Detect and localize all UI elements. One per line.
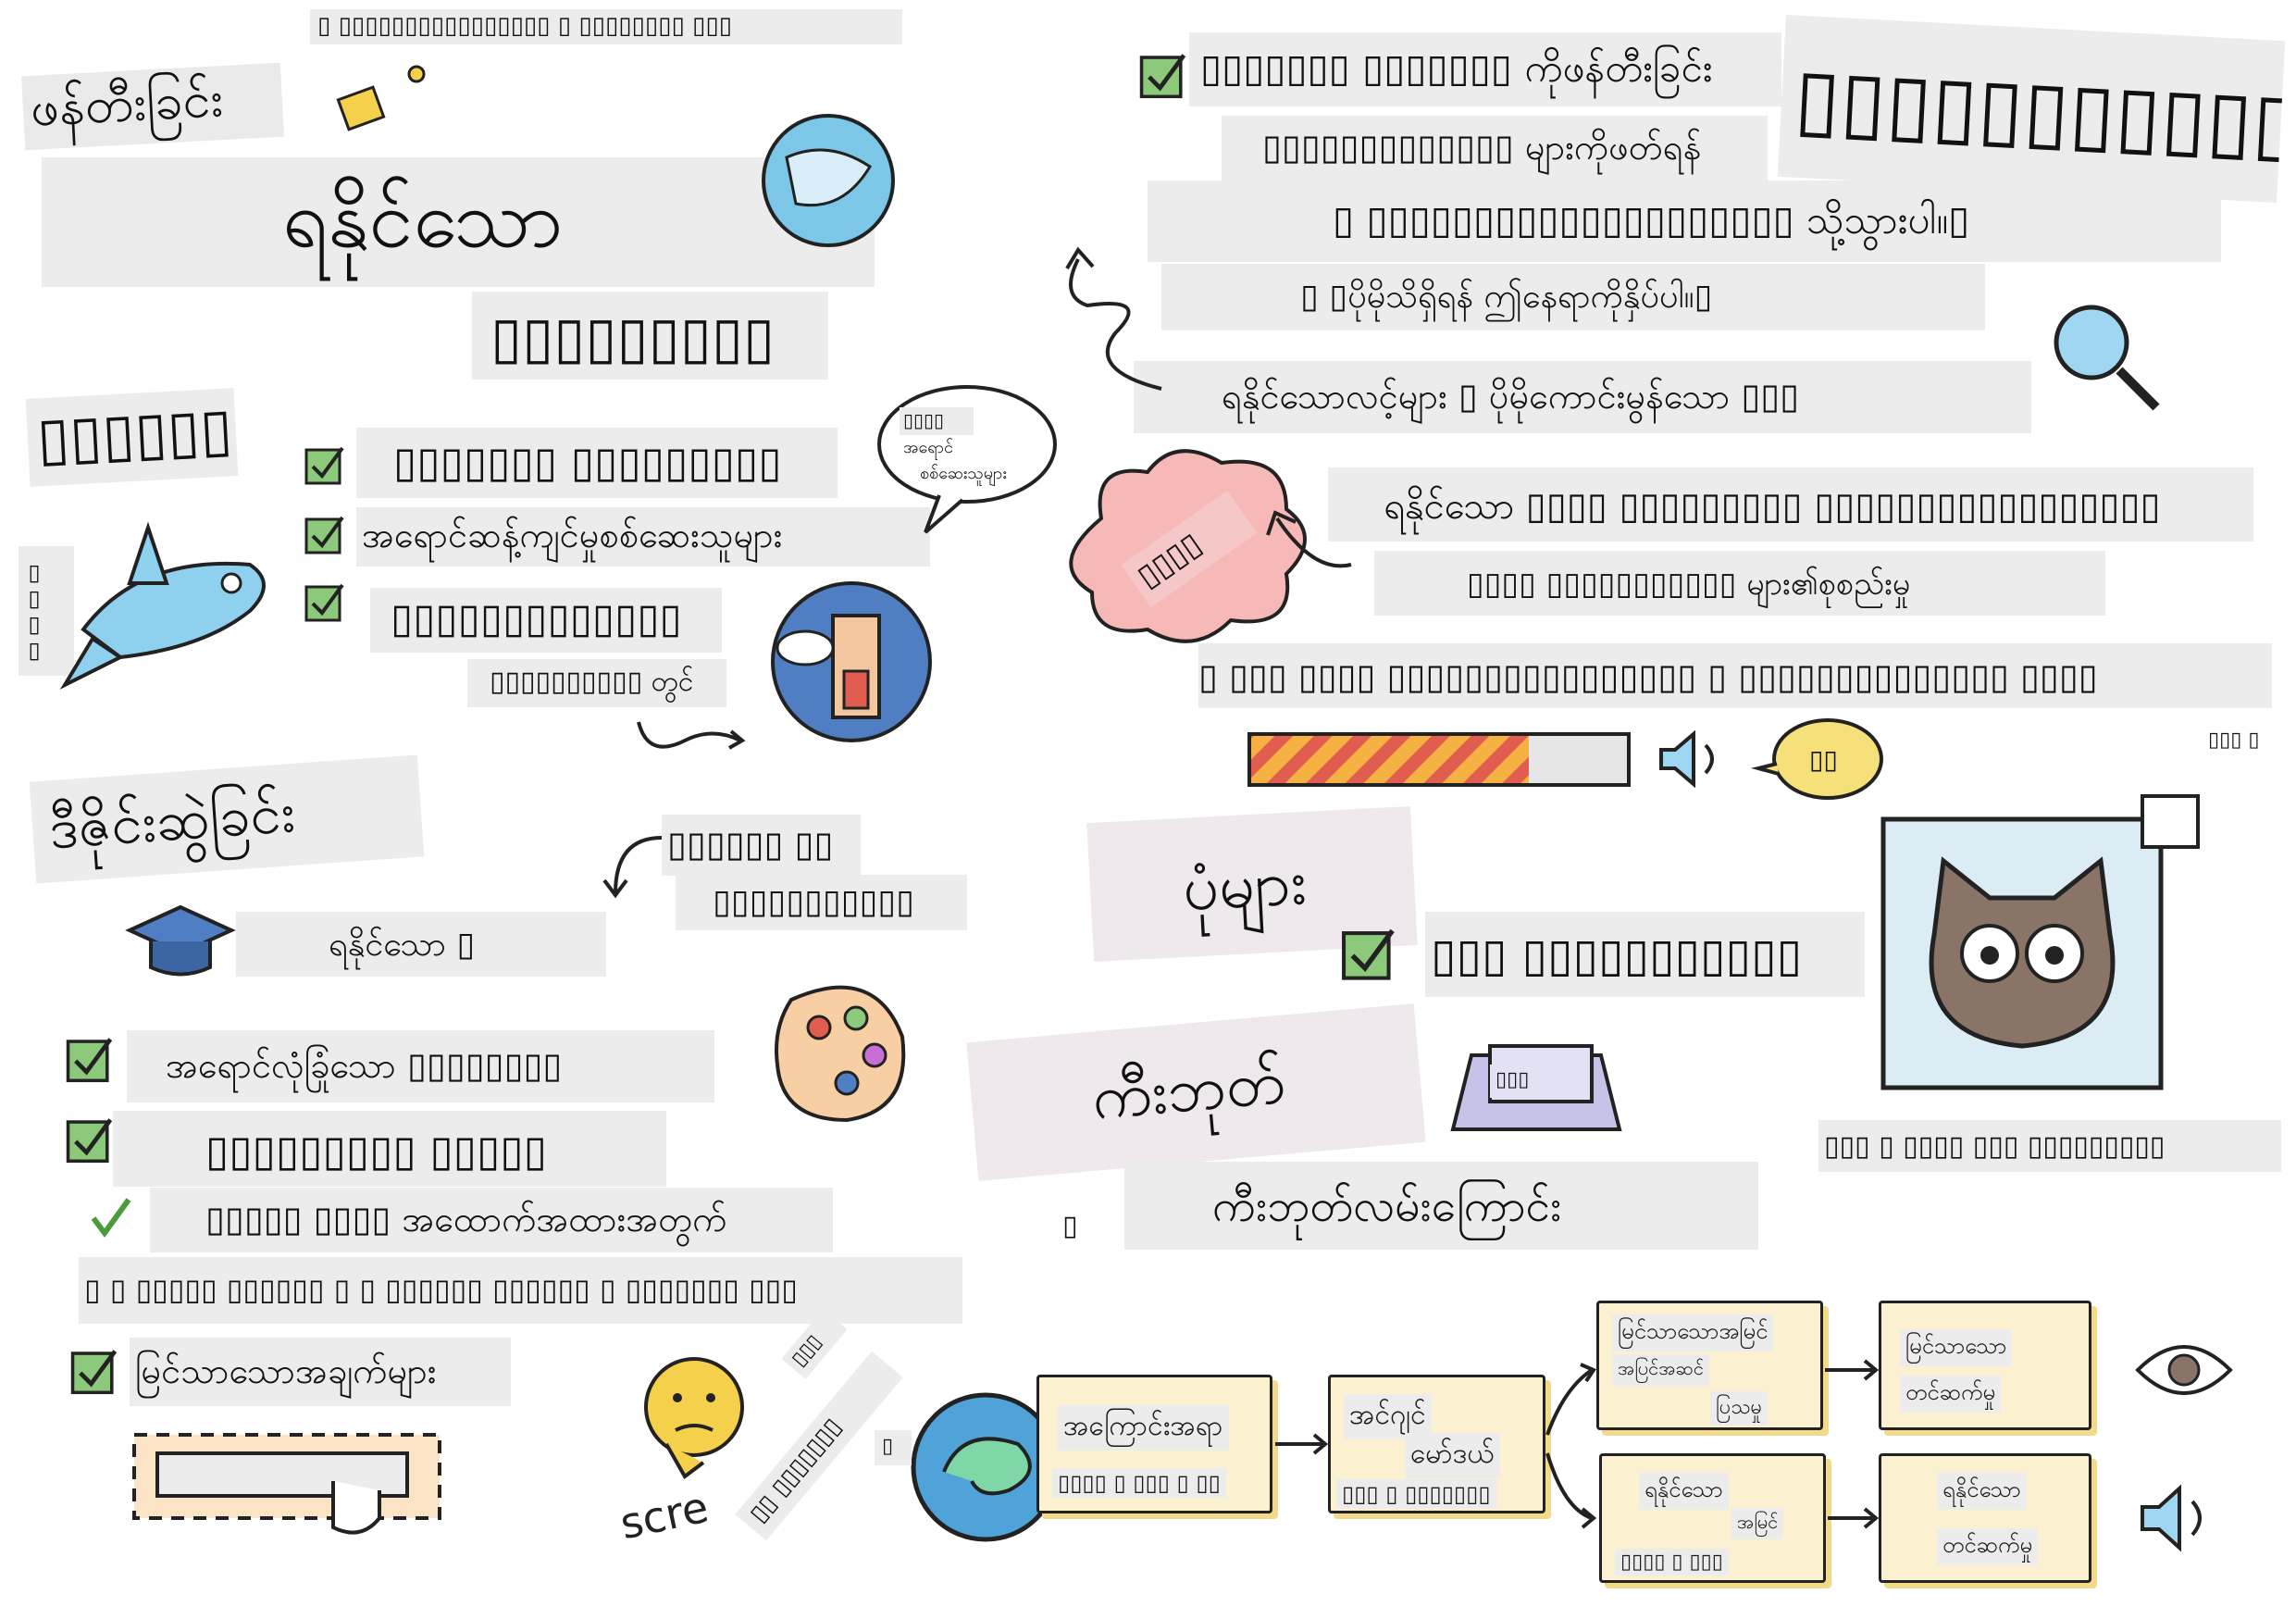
checkbox-icon (66, 1038, 113, 1083)
section-design-title: ဒီဇိုင်းဆွဲခြင်း (29, 754, 425, 884)
eye-icon (2135, 1345, 2233, 1395)
thinking-face-icon (644, 1357, 744, 1479)
heading-create: ဖန်တီးခြင်း (21, 62, 284, 151)
progress-bar (1247, 732, 1631, 787)
corner-small-label: ▯▯▯ ▯ (2203, 724, 2277, 757)
tools-item-1: ▯▯▯▯▯▯▯ ▯▯▯▯▯▯▯▯▯ (356, 428, 838, 498)
intro-link-learn-more[interactable]: ▯ ▯ပိုမိုသိရှိရန် ဤနေရာကိုနှိပ်ပါ။▯ (1161, 264, 1985, 330)
tools-item-contrast-checkers: အရောင်ဆန့်ကျင်မှုစစ်ဆေးသူများ (356, 507, 930, 567)
scribble-arrow-icon (1065, 246, 1162, 391)
magnifier-icon (2054, 305, 2160, 411)
bubble-line-2: အရောင် (903, 438, 954, 457)
keyboard-item-prefix: ▯ (1055, 1203, 1097, 1250)
images-caption: ▯▯▯ ▯ ▯▯▯▯ ▯▯▯ ▯▯▯▯▯▯▯▯▯ (1818, 1120, 2281, 1172)
raccoon-picture-icon (1880, 794, 2200, 1090)
design-cap-label: ရနိုင်သော ▯ (236, 912, 606, 977)
globe-icon (762, 114, 895, 247)
flow-node-content-sub: ▯▯▯▯ ▯ ▯▯▯ ▯ ▯▯ (1052, 1468, 1226, 1498)
design-item-visible-facts: မြင်သာသောအချက်များ (130, 1338, 511, 1406)
speech-bubble-label: ▯▯ (1800, 741, 1865, 779)
speaker-icon (1659, 729, 1714, 789)
shark-icon (59, 521, 266, 690)
text-field-icon (132, 1433, 441, 1535)
bubble-line-1: ▯▯▯▯ (900, 407, 974, 435)
design-item-2: ▯▯▯▯▯▯▯▯▯ ▯▯▯▯▯ (113, 1111, 666, 1187)
intro-line-2: ▯▯▯▯▯▯▯▯▯▯▯▯▯ များကိုဖတ်ရန် (1222, 116, 1768, 181)
big-title: ▯▯▯▯▯▯▯▯▯▯▯▯▯▯ (1777, 14, 2286, 204)
design-note-1: ▯▯▯▯▯▯ ▯▯ (662, 815, 861, 876)
flow-node-visual-render-title: မြင်သာသော (1900, 1329, 2013, 1366)
section-tools-title: ▯▯▯▯▯▯ (25, 388, 239, 487)
tools-sub-label: ▯▯▯▯▯▯▯▯▯▯ တွင် (467, 659, 726, 707)
images-item-alt-text: ▯▯▯ ▯▯▯▯▯▯▯▯▯▯▯ (1425, 912, 1865, 997)
design-item-3: ▯▯▯▯▯ ▯▯▯▯ အထောက်အထားအတွက် (150, 1188, 833, 1252)
cloud-line-2: ▯▯▯▯ ▯▯▯▯▯▯▯▯▯▯▯ များ၏စုစည်းမှု (1374, 551, 2105, 616)
design-note-2: ▯▯▯▯▯▯▯▯▯▯▯ (676, 875, 967, 930)
top-caption: ▯ ▯▯▯▯▯▯▯▯▯▯▯▯▯▯▯▯ ▯ ▯▯▯▯▯▯▯▯ ▯▯▯ (310, 9, 902, 44)
intro-line-5: ရနိုင်သောလင့်များ ▯ ပိုမိုကောင်းမွန်သော … (1134, 361, 2031, 433)
intro-line-1: ▯▯▯▯▯▯▯ ▯▯▯▯▯▯▯ ကိုဖန်တီးခြင်း (1189, 32, 1781, 106)
checkbox-icon (304, 583, 344, 622)
keyboard-item-navigation: ကီးဘုတ်လမ်းကြောင်း (1124, 1162, 1758, 1250)
cloud-line-1: ရနိုင်သော ▯▯▯▯ ▯▯▯▯▯▯▯▯▯ ▯▯▯▯▯▯▯▯▯▯▯▯▯▯▯… (1328, 467, 2253, 542)
checkbox-icon (70, 1350, 118, 1395)
speaker-icon (2141, 1484, 2202, 1552)
tools-item-3: ▯▯▯▯▯▯▯▯▯▯▯▯▯ (370, 588, 722, 653)
curved-arrow-icon (602, 836, 663, 899)
curved-arrow-icon (637, 721, 746, 750)
sparkle-icon (336, 65, 426, 131)
section-keyboard-title: ကီးဘုတ် (966, 1003, 1426, 1181)
flow-edge-label: ▯ (875, 1430, 912, 1465)
checkbox-icon (304, 446, 344, 485)
flow-arrows (1275, 1359, 1880, 1529)
checkbox-icon (304, 516, 344, 554)
flow-node-accessible-render-title: ရနိုင်သော (1937, 1473, 2027, 1510)
bubble-line-3: စစ်ဆေးသူများ (920, 464, 1007, 483)
design-item-color-safe: အရောင်လုံခြုံသော ▯▯▯▯▯▯▯▯ (127, 1030, 714, 1102)
scre-handwriting: scre (615, 1481, 714, 1550)
lighthouse-icon (771, 581, 932, 742)
intro-line-3: ▯ ▯▯▯▯▯▯▯▯▯▯▯▯▯▯▯▯▯▯▯▯ သို့သွားပါ။▯ (1148, 181, 2221, 262)
keyboard-key-label: ▯▯▯ (1490, 1065, 1550, 1098)
graduation-cap-icon (125, 904, 236, 977)
flow-node-visual-render-sub: တင်ဆက်မှု (1900, 1376, 2002, 1413)
flow-node-accessible-render: ရနိုင်သော တင်ဆက်မှု (1879, 1453, 2091, 1583)
check-mark-icon (91, 1198, 131, 1239)
flow-node-content: အကြောင်းအရာ ▯▯▯▯ ▯ ▯▯▯ ▯ ▯▯ (1036, 1375, 1272, 1513)
flow-node-visual-render: မြင်သာသော တင်ဆက်မှု (1879, 1301, 2091, 1430)
checkbox-icon (1342, 928, 1395, 980)
cloud-line-3: ▯ ▯▯▯ ▯▯▯▯ ▯▯▯▯▯▯▯▯▯▯▯▯▯▯▯▯ ▯ ▯▯▯▯▯▯▯▯▯▯… (1198, 643, 2272, 708)
heading-web: ▯▯▯▯▯▯▯▯▯ (472, 292, 828, 380)
flow-node-accessible-render-sub: တင်ဆက်မှု (1937, 1528, 2039, 1565)
checkbox-icon (1139, 54, 1186, 99)
design-long-line: ▯ ▯ ▯▯▯▯▯ ▯▯▯▯▯▯ ▯ ▯ ▯▯▯▯▯▯ ▯▯▯▯▯▯ ▯ ▯▯▯… (79, 1257, 962, 1324)
flow-node-content-title: အကြောင်းအရာ (1058, 1405, 1229, 1451)
checkbox-icon (66, 1118, 113, 1164)
palette-icon (775, 985, 906, 1123)
